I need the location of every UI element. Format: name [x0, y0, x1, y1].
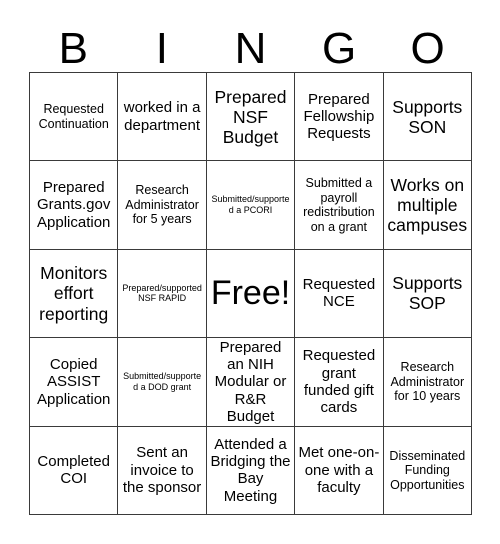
bingo-cell[interactable]: Disseminated Funding Opportunities [383, 426, 472, 515]
bingo-cell-label: Submitted a payroll redistribution on a … [303, 176, 375, 234]
bingo-cell-label: Requested NCE [302, 276, 376, 311]
bingo-cell-label: Prepared Grants.gov Application [37, 179, 111, 231]
bingo-cell-label: Supports SOP [392, 273, 463, 314]
bingo-cell-label: Prepared Fellowship Requests [303, 90, 375, 143]
bingo-card: B I N G O Requested Continuation worked i… [0, 0, 500, 544]
header-letter-o: O [410, 24, 445, 73]
bingo-cell[interactable]: Prepared Grants.gov Application [30, 161, 119, 250]
bingo-cell-label: Prepared an NIH Modular or R&R Budget [214, 338, 287, 425]
bingo-cell[interactable]: Monitors effort reporting [30, 249, 119, 339]
bingo-cell-label: Met one-on-one with a faculty [298, 444, 380, 496]
bingo-cell[interactable]: Research Administrator for 10 years [383, 338, 472, 427]
bingo-cell-label: worked in a department [123, 99, 201, 134]
bingo-cell-label: Submitted/supported a DOD grant [123, 370, 202, 392]
bingo-cell-label: Requested grant funded gift cards [302, 347, 376, 417]
bingo-cell[interactable]: Research Administrator for 5 years [118, 161, 207, 250]
bingo-header: B I N G O [29, 18, 472, 72]
bingo-cell-label: Supports SON [392, 96, 463, 137]
bingo-cell[interactable]: Submitted/supported a PCORI [206, 161, 296, 250]
bingo-cell-label: Sent an invoice to the sponsor [122, 444, 202, 496]
bingo-cell[interactable]: Requested Continuation [30, 73, 119, 162]
bingo-cell[interactable]: Sent an invoice to the sponsor [118, 426, 207, 515]
bingo-cell[interactable]: Supports SOP [383, 249, 472, 339]
bingo-cell-label: Free! [210, 273, 291, 312]
bingo-grid: Requested Continuation worked in a depart… [29, 72, 472, 515]
bingo-cell-label: Prepared/supported NSF RAPID [122, 282, 202, 304]
bingo-cell[interactable]: Submitted a payroll redistribution on a … [295, 161, 384, 250]
bingo-cell[interactable]: Prepared an NIH Modular or R&R Budget [206, 338, 296, 427]
bingo-cell[interactable]: Prepared NSF Budget [206, 73, 296, 162]
bingo-cell[interactable]: Copied ASSIST Application [30, 338, 119, 427]
bingo-cell-label: Prepared NSF Budget [214, 86, 287, 147]
bingo-cell[interactable]: Requested grant funded gift cards [295, 338, 384, 427]
bingo-cell-label: Requested Continuation [38, 102, 109, 131]
bingo-cell[interactable]: Prepared Fellowship Requests [295, 73, 384, 162]
bingo-cell-label: Research Administrator for 10 years [390, 360, 465, 404]
bingo-cell-label: Completed COI [37, 453, 110, 488]
bingo-cell[interactable]: Attended a Bridging the Bay Meeting [206, 426, 296, 515]
bingo-cell-label: Copied ASSIST Application [37, 356, 111, 408]
bingo-cell[interactable]: worked in a department [118, 73, 207, 162]
bingo-cell-label: Disseminated Funding Opportunities [389, 448, 466, 492]
header-letter-b: B [58, 24, 88, 73]
bingo-cell[interactable]: Met one-on-one with a faculty [295, 426, 384, 515]
header-letter-g: G [321, 24, 357, 73]
bingo-cell[interactable]: Completed COI [30, 426, 119, 515]
bingo-cell-label: Works on multiple campuses [387, 174, 468, 236]
bingo-cell[interactable]: Supports SON [383, 73, 472, 162]
bingo-cell[interactable]: Works on multiple campuses [383, 161, 472, 250]
bingo-cell-label: Attended a Bridging the Bay Meeting [210, 435, 291, 505]
bingo-cell[interactable]: Prepared/supported NSF RAPID [118, 249, 207, 339]
bingo-cell[interactable]: Submitted/supported a DOD grant [118, 338, 207, 427]
bingo-cell[interactable]: Requested NCE [295, 249, 384, 339]
bingo-cell-label: Research Administrator for 5 years [125, 183, 199, 227]
bingo-cell-free[interactable]: Free! [206, 249, 296, 339]
header-letter-i: I [155, 24, 168, 73]
header-letter-n: N [234, 24, 267, 73]
bingo-cell-label: Submitted/supported a PCORI [211, 194, 290, 216]
bingo-cell-label: Monitors effort reporting [39, 263, 109, 324]
